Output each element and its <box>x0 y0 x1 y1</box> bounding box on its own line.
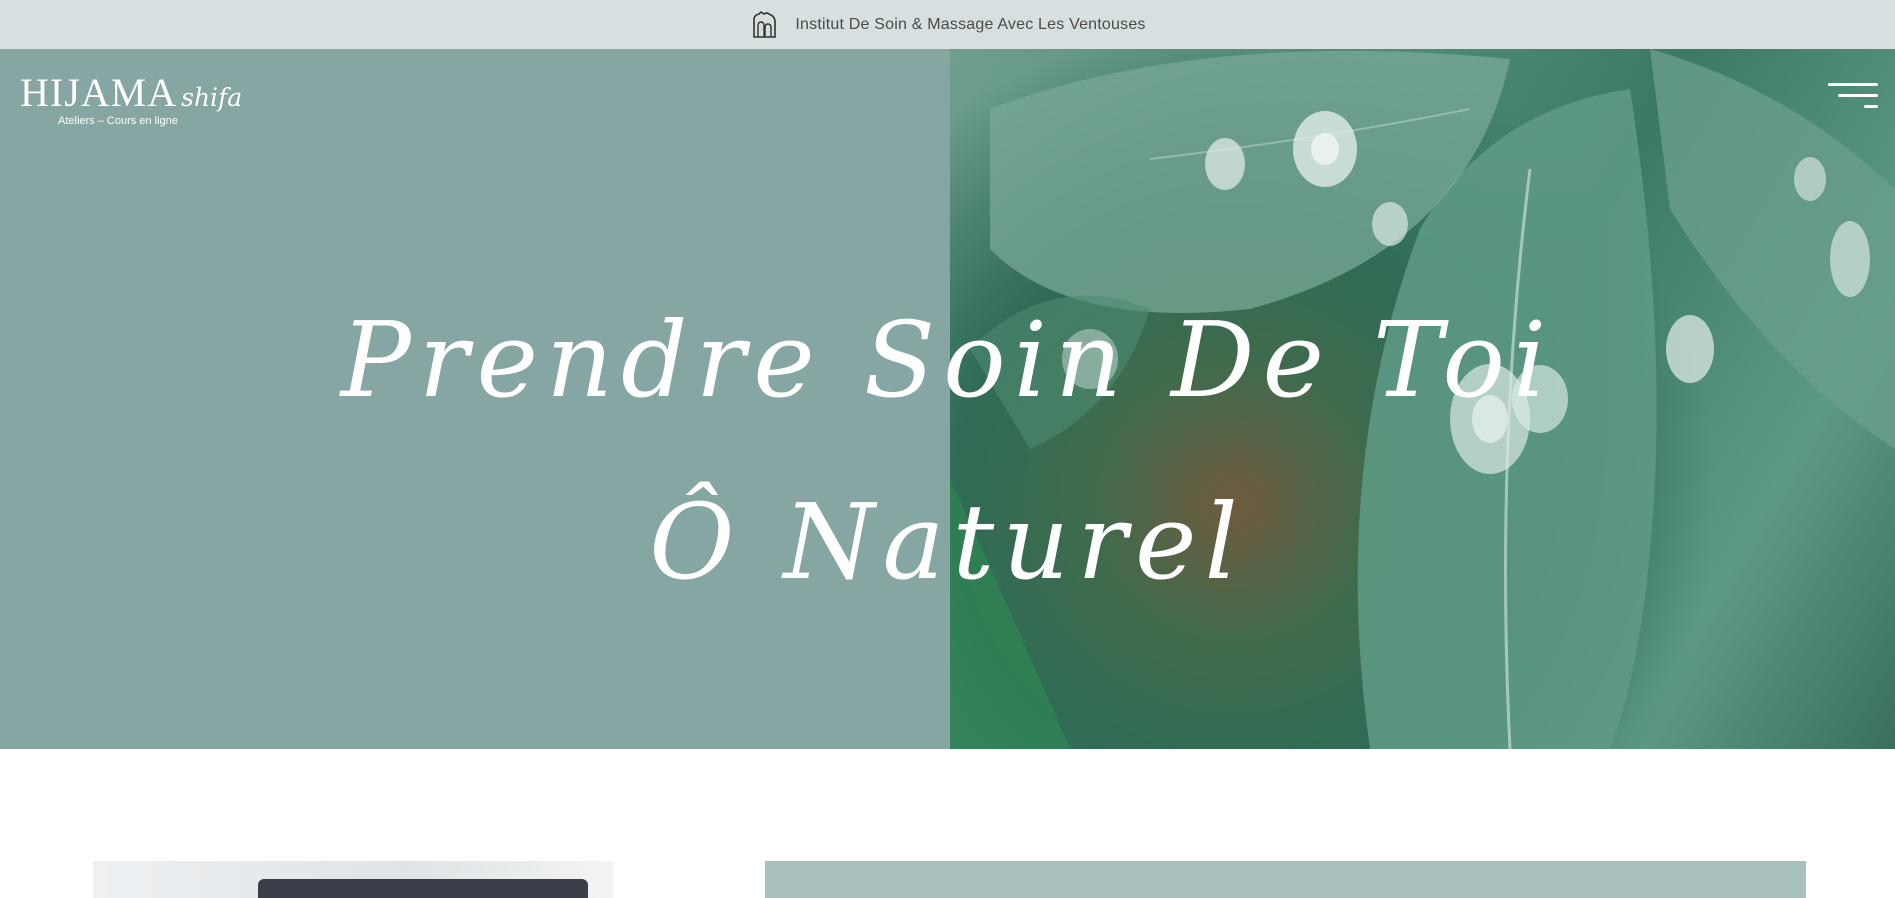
site-logo[interactable]: HIJAMA shifa Ateliers – Cours en ligne <box>20 70 243 128</box>
hamburger-menu-icon[interactable] <box>1826 81 1878 111</box>
content-text-panel <box>765 861 1806 898</box>
hero-headline-line1: Prendre Soin De Toi <box>340 299 1555 421</box>
content-image <box>93 861 613 898</box>
announcement-bar: Institut De Soin & Massage Avec Les Vent… <box>0 0 1895 49</box>
hero-headline: Prendre Soin De Toi Ô Naturel <box>0 269 1895 633</box>
logo-script-text: shifa <box>181 83 243 112</box>
content-image-object <box>258 879 588 898</box>
cupping-jar-icon <box>749 10 779 40</box>
hero-section: HIJAMA shifa Ateliers – Cours en ligne Pr… <box>0 49 1895 749</box>
hero-headline-line2: Ô Naturel <box>649 481 1246 603</box>
announcement-text: Institut De Soin & Massage Avec Les Vent… <box>795 15 1146 33</box>
logo-tagline: Ateliers – Cours en ligne <box>58 115 178 127</box>
logo-wordmark: HIJAMA <box>20 70 178 115</box>
